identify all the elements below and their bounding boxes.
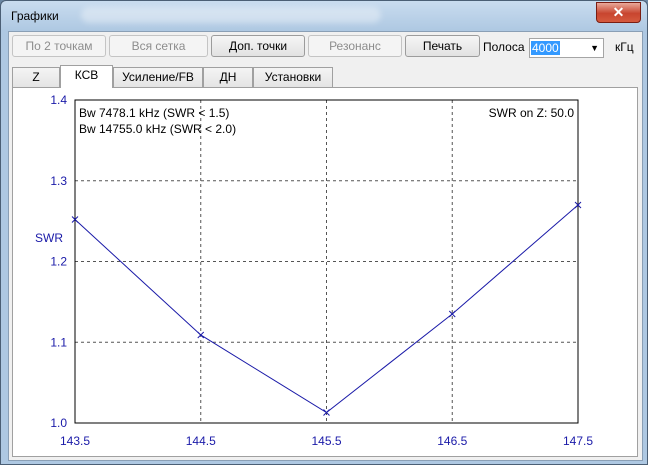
extra-points-button[interactable]: Доп. точки [211, 35, 305, 57]
band-label: Полоса [483, 40, 525, 54]
tab-swr[interactable]: КСВ [60, 65, 113, 88]
print-button[interactable]: Печать [405, 35, 480, 57]
tab-strip: Z КСВ Усиление/FB ДН Установки [12, 65, 632, 88]
x-tick-label: 147.5 [563, 434, 593, 448]
title-bar[interactable]: Графики ✕ [1, 1, 647, 31]
title-blur [81, 7, 381, 23]
window-title: Графики [11, 9, 59, 23]
bandwidth-annotation: Bw 7478.1 kHz (SWR < 1.5) [79, 106, 229, 120]
x-tick-label: 144.5 [186, 434, 216, 448]
chevron-down-icon[interactable]: ▼ [590, 43, 599, 53]
swr-chart-panel: 1.4 1.3 1.2 1.1 1.0 143.5 144.5 145.5 146.5 147.5… [12, 87, 638, 457]
whole-grid-button[interactable]: Вся сетка [109, 35, 208, 57]
x-tick-label: 146.5 [437, 434, 467, 448]
y-tick-label: 1.4 [50, 93, 67, 107]
x-tick-label: 143.5 [60, 434, 90, 448]
close-button[interactable]: ✕ [596, 2, 641, 23]
y-tick-label: 1.2 [50, 255, 67, 269]
swr-chart: 1.4 1.3 1.2 1.1 1.0 143.5 144.5 145.5 146.5 147.5… [35, 93, 593, 448]
swr-series-line [74, 204, 579, 414]
bandwidth-annotation: Bw 14755.0 kHz (SWR < 2.0) [79, 122, 236, 136]
client-area: По 2 точкам Вся сетка Доп. точки Резонан… [8, 31, 643, 461]
swr-on-z-annotation: SWR on Z: 50.0 [489, 106, 575, 120]
tab-gain-fb[interactable]: Усиление/FB [113, 67, 203, 87]
band-select[interactable]: 4000 ▼ [529, 38, 604, 58]
y-tick-label: 1.0 [50, 416, 67, 430]
tab-pattern[interactable]: ДН [203, 67, 253, 87]
band-unit-label: кГц [615, 40, 634, 54]
tab-settings[interactable]: Установки [253, 67, 333, 87]
toolbar: По 2 точкам Вся сетка Доп. точки Резонан… [12, 34, 637, 60]
y-tick-label: 1.3 [50, 174, 67, 188]
tab-z[interactable]: Z [12, 67, 60, 87]
graphs-window: Графики ✕ По 2 точкам Вся сетка Доп. точ… [0, 0, 648, 465]
band-value: 4000 [531, 41, 560, 55]
by-2-points-button[interactable]: По 2 точкам [12, 35, 106, 57]
y-tick-label: 1.1 [50, 335, 67, 349]
resonance-button[interactable]: Резонанс [308, 35, 402, 57]
y-axis-label: SWR [35, 231, 63, 245]
x-tick-label: 145.5 [311, 434, 341, 448]
swr-data-point [197, 331, 205, 339]
